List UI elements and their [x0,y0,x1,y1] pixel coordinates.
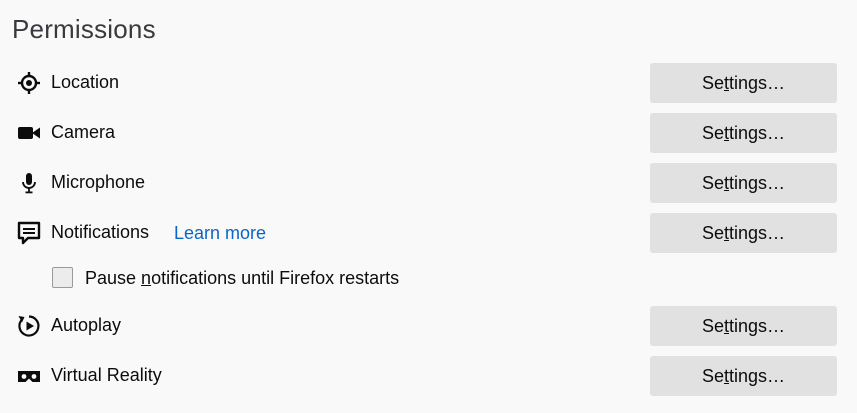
virtual-reality-settings-button[interactable]: Se t tings… [650,356,837,396]
section-title: Permissions [12,14,156,44]
permission-label: Autoplay [51,315,122,335]
button-label-post: tings… [729,172,786,193]
permission-label: Virtual Reality [51,365,162,385]
checkbox-label-pre: Pause [85,268,142,288]
button-label-pre: Se [701,315,724,336]
pause-notifications-checkbox[interactable] [52,267,73,288]
button-label-pre: Se [701,222,724,243]
notifications-settings-button[interactable]: Se t tings… [650,213,837,253]
location-icon [16,71,42,95]
autoplay-settings-button[interactable]: Se t tings… [650,306,837,346]
button-label-pre: Se [701,172,724,193]
button-label-post: tings… [729,222,786,243]
checkbox-label-post: otifications until Firefox restarts [151,268,400,288]
permission-row-virtual-reality: Virtual Reality Se t tings… [0,356,857,396]
button-label-post: tings… [729,315,786,336]
button-label-post: tings… [729,122,786,143]
vr-headset-icon [16,364,42,388]
permission-label: Location [51,72,120,92]
permission-row-location: Location Se t tings… [0,63,857,103]
button-label-post: tings… [729,365,786,386]
microphone-settings-button[interactable]: Se t tings… [650,163,837,203]
permission-row-camera: Camera Se t tings… [0,113,857,153]
permission-row-microphone: Microphone Se t tings… [0,163,857,203]
autoplay-icon [16,314,42,338]
permission-row-notifications: Notifications Learn more Se t tings… [0,213,857,253]
camera-settings-button[interactable]: Se t tings… [650,113,837,153]
microphone-icon [16,171,42,195]
camera-icon [16,121,42,145]
learn-more-link[interactable]: Learn more [174,223,266,244]
button-label-pre: Se [701,122,724,143]
permission-label: Microphone [51,172,146,192]
permission-row-autoplay: Autoplay Se t tings… [0,306,857,346]
location-settings-button[interactable]: Se t tings… [650,63,837,103]
permission-label: Notifications [51,222,150,242]
permissions-panel: Permissions Location Settings… Camera [0,0,857,413]
button-label-post: tings… [729,72,786,93]
pause-notifications-label[interactable]: Pause notifications until Firefox restar… [85,268,399,289]
button-label-pre: Se [701,72,724,93]
notification-icon [16,221,42,245]
checkbox-label-accesskey: n [141,268,152,288]
button-label-pre: Se [701,365,724,386]
permission-label: Camera [51,122,116,142]
